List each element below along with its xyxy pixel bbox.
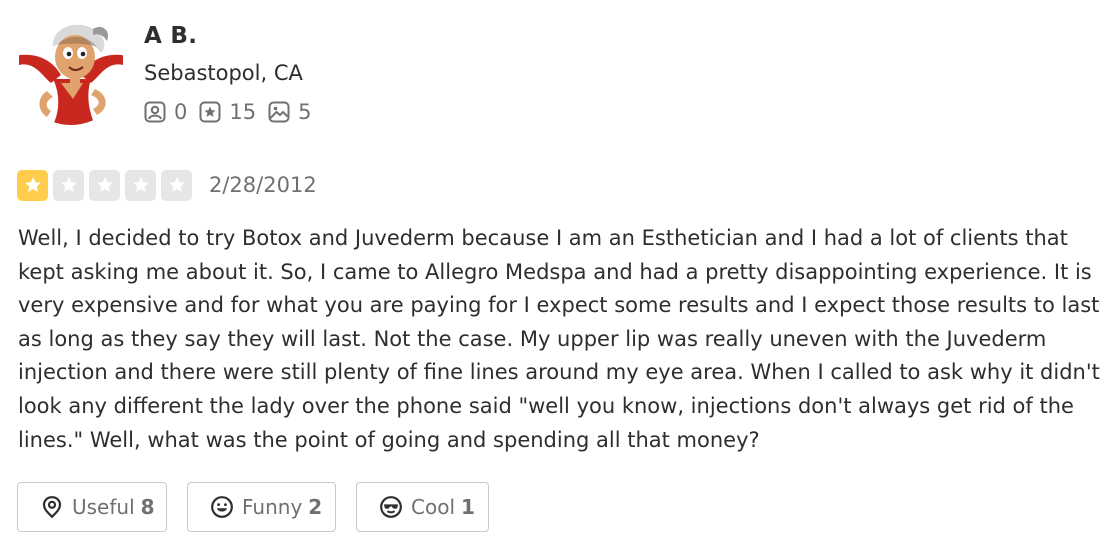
- star-rating: [17, 169, 197, 201]
- review-date: 2/28/2012: [209, 173, 317, 197]
- friends-count: 0: [174, 100, 188, 124]
- star-icon: [60, 177, 77, 192]
- review-star-icon: [199, 101, 221, 123]
- user-avatar[interactable]: [17, 17, 125, 125]
- stat-friends: 0: [144, 100, 187, 124]
- stat-reviews: 15: [199, 100, 256, 124]
- user-stats: 0 15 5: [144, 98, 323, 126]
- star-empty: [89, 169, 120, 201]
- cool-button[interactable]: Cool 1: [356, 482, 489, 532]
- star-icon: [24, 177, 41, 192]
- useful-count: 8: [140, 495, 155, 519]
- stat-photos: 5: [268, 100, 311, 124]
- funny-button[interactable]: Funny 2: [187, 482, 336, 532]
- reaction-buttons: Useful 8 Funny 2 Cool 1: [17, 482, 509, 532]
- review-card: A B. Sebastopol, CA 0 15 5 2/28/2012 Wel…: [0, 0, 1112, 548]
- reviews-count: 15: [229, 100, 257, 124]
- review-text: Well, I decided to try Botox and Juveder…: [18, 226, 1100, 452]
- cool-count: 1: [461, 495, 475, 519]
- star-icon: [96, 177, 113, 192]
- cool-label: Cool: [411, 495, 455, 519]
- star-empty: [125, 169, 156, 201]
- user-location: Sebastopol, CA: [144, 61, 303, 85]
- user-name[interactable]: A B.: [144, 21, 197, 51]
- star-filled: [17, 169, 48, 201]
- photo-icon: [268, 101, 290, 123]
- smile-icon: [211, 496, 233, 518]
- rating-row: 2/28/2012: [17, 169, 317, 201]
- friends-icon: [144, 101, 166, 123]
- star-empty: [161, 169, 192, 201]
- star-icon: [132, 177, 149, 192]
- useful-label: Useful: [72, 495, 135, 519]
- funny-label: Funny: [242, 495, 303, 519]
- lightbulb-pin-icon: [42, 496, 62, 519]
- useful-button[interactable]: Useful 8: [17, 482, 167, 532]
- photos-count: 5: [298, 100, 312, 124]
- avatar-illustration: [17, 17, 125, 125]
- funny-count: 2: [308, 495, 323, 519]
- star-empty: [53, 169, 84, 201]
- sunglasses-icon: [380, 496, 402, 518]
- star-icon: [168, 177, 185, 192]
